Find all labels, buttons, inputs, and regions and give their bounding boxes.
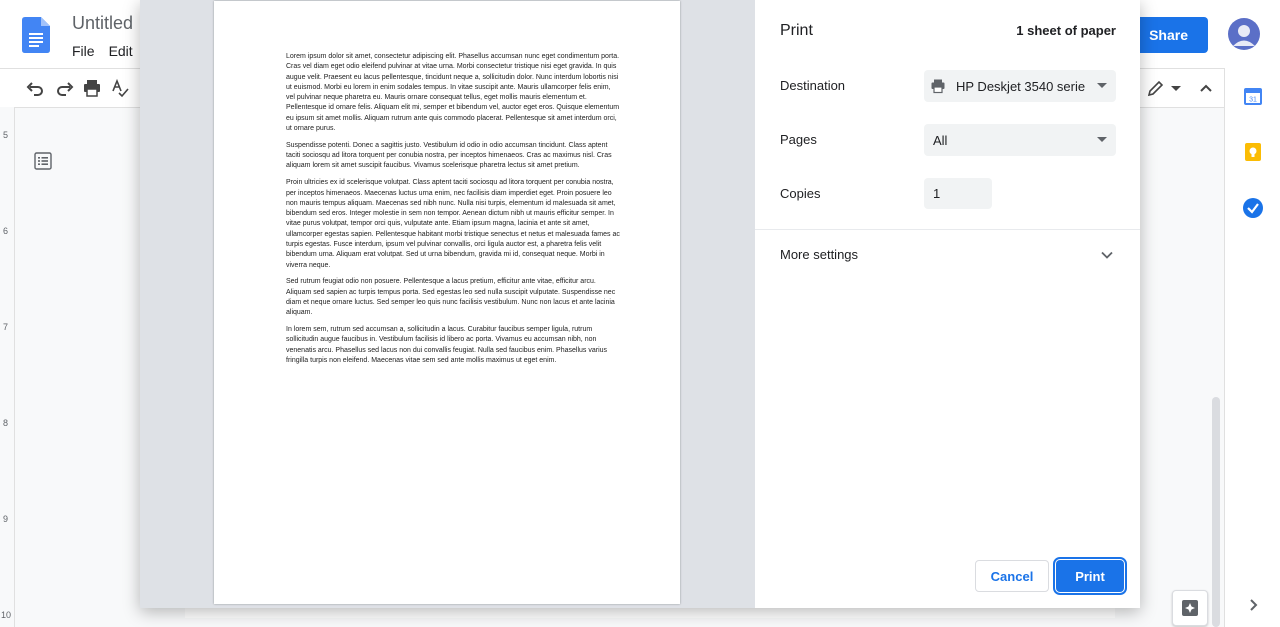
- pages-select[interactable]: All: [924, 124, 1116, 156]
- preview-paragraph: In lorem sem, rutrum sed accumsan a, sol…: [286, 326, 608, 365]
- print-settings-panel: Print 1 sheet of paper Destination HP De…: [755, 0, 1140, 608]
- svg-text:31: 31: [1249, 97, 1257, 104]
- ruler-number: 8: [3, 418, 9, 428]
- more-settings-label: More settings: [780, 247, 859, 262]
- destination-select[interactable]: HP Deskjet 3540 serie: [924, 70, 1116, 102]
- document-title[interactable]: Untitled: [72, 13, 133, 34]
- keep-icon[interactable]: [1242, 141, 1264, 163]
- pages-label: Pages: [780, 132, 817, 147]
- chevron-right-icon[interactable]: [1242, 594, 1264, 616]
- ruler-number: 7: [3, 322, 9, 332]
- avatar[interactable]: [1228, 18, 1260, 50]
- print-button[interactable]: Print: [1053, 557, 1127, 595]
- outline-icon[interactable]: [34, 152, 52, 170]
- menu-edit[interactable]: Edit: [109, 43, 133, 59]
- calendar-icon[interactable]: 31: [1242, 85, 1264, 107]
- print-dialog: Lorem ipsum dolor sit amet, consectetur …: [140, 0, 1140, 608]
- preview-paragraph: Lorem ipsum dolor sit amet, consectetur …: [286, 53, 620, 133]
- ruler-number: 10: [1, 610, 12, 620]
- undo-icon[interactable]: [26, 78, 46, 98]
- cancel-button[interactable]: Cancel: [975, 560, 1049, 592]
- ruler-number: 5: [3, 130, 9, 140]
- copies-label: Copies: [780, 186, 821, 201]
- menu-file[interactable]: File: [72, 43, 95, 59]
- chevron-up-icon[interactable]: [1196, 78, 1216, 98]
- printer-icon: [931, 79, 945, 94]
- chevron-down-icon: [1101, 251, 1113, 259]
- chevron-down-icon: [1097, 83, 1107, 88]
- chevron-down-icon: [1097, 137, 1107, 142]
- print-icon[interactable]: [82, 78, 102, 98]
- preview-paragraph: Sed rutrum feugiat odio non posuere. Pel…: [286, 278, 616, 317]
- scrollbar[interactable]: [1212, 397, 1220, 627]
- preview-paragraph: Proin ultricies ex id scelerisque volutp…: [286, 179, 620, 269]
- tasks-icon[interactable]: [1242, 197, 1264, 219]
- explore-button[interactable]: [1172, 590, 1208, 626]
- explore-icon: [1182, 600, 1198, 616]
- preview-paragraph: Suspendisse potenti. Donec a sagittis ju…: [286, 141, 612, 170]
- pencil-icon[interactable]: [1146, 78, 1166, 98]
- preview-text: Lorem ipsum dolor sit amet, consectetur …: [286, 52, 620, 373]
- redo-icon[interactable]: [54, 78, 74, 98]
- destination-value: HP Deskjet 3540 serie: [956, 78, 1086, 94]
- print-title: Print: [780, 22, 813, 39]
- vertical-ruler: 5 6 7 8 9 10: [0, 107, 15, 627]
- print-preview-area: Lorem ipsum dolor sit amet, consectetur …: [140, 0, 755, 608]
- ruler-number: 6: [3, 226, 9, 236]
- destination-label: Destination: [780, 78, 846, 93]
- side-panel: 31: [1224, 68, 1280, 627]
- chevron-down-icon[interactable]: [1166, 78, 1186, 98]
- account-icon: [1233, 25, 1255, 46]
- pages-value: All: [933, 132, 948, 148]
- print-preview-page: Lorem ipsum dolor sit amet, consectetur …: [214, 1, 680, 604]
- more-settings-toggle[interactable]: More settings: [755, 230, 1140, 280]
- spellcheck-icon[interactable]: [110, 78, 130, 98]
- menu-bar: File Edit: [72, 43, 133, 59]
- docs-logo-icon[interactable]: [22, 17, 50, 53]
- ruler-number: 9: [3, 514, 9, 524]
- copies-input[interactable]: 1: [924, 178, 992, 209]
- sheet-count: 1 sheet of paper: [1016, 23, 1116, 38]
